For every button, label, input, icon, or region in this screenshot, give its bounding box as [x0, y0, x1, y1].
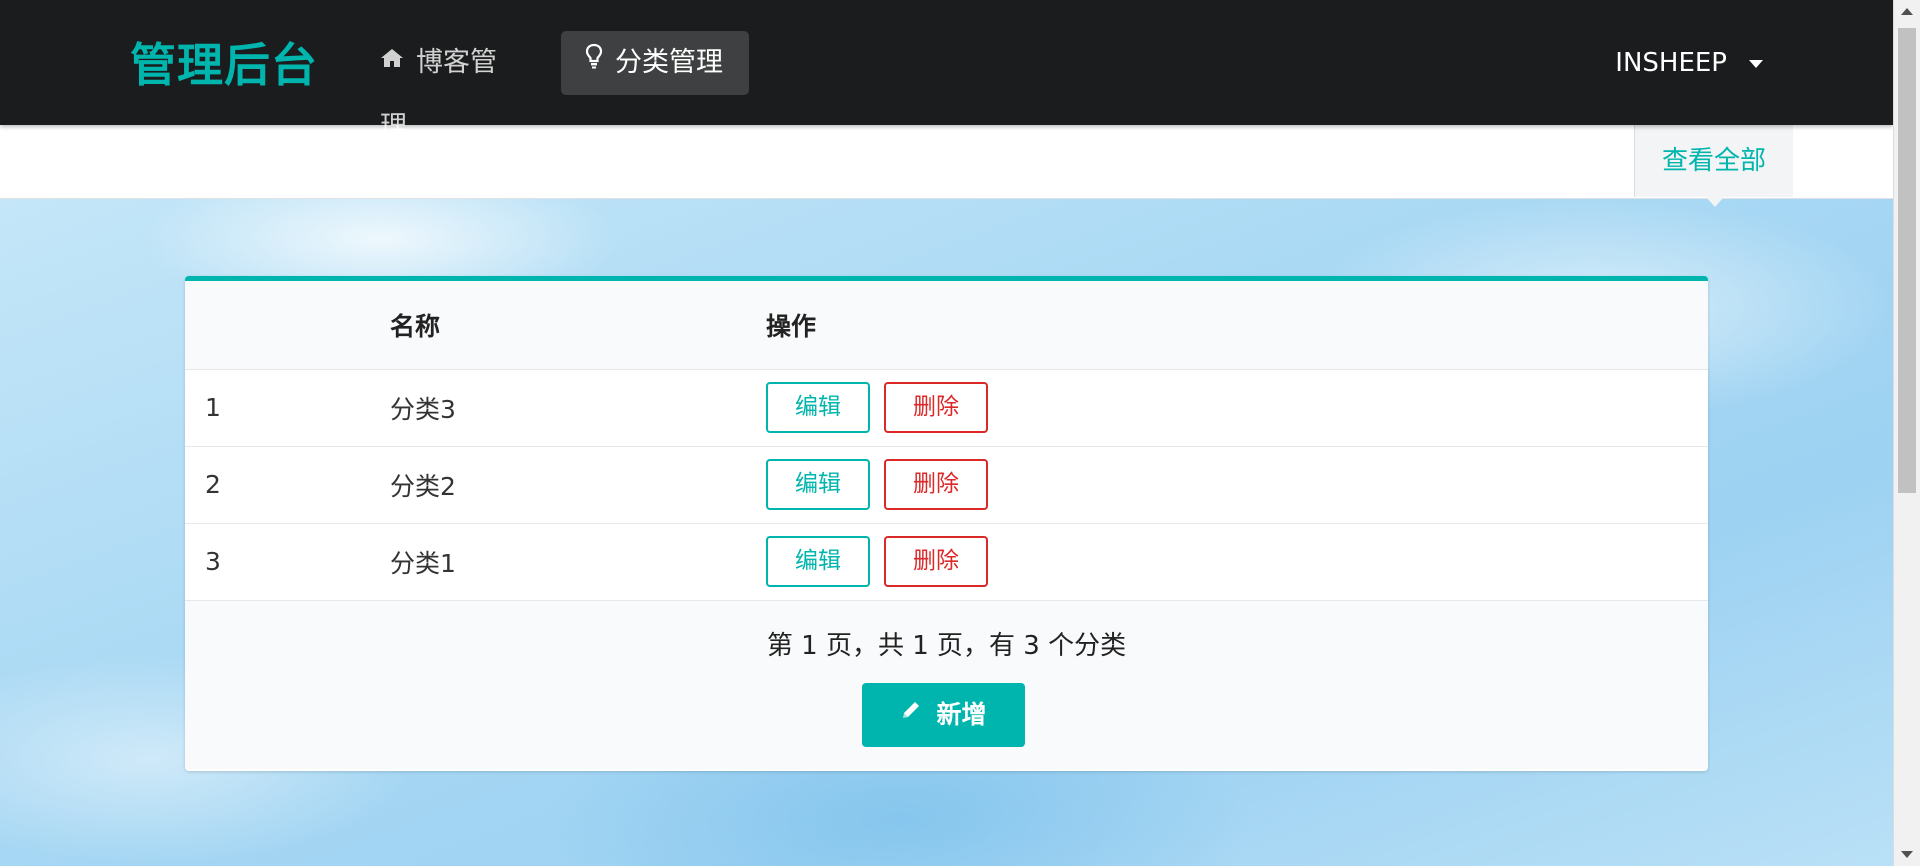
scroll-down-arrow-icon[interactable] [1901, 851, 1913, 858]
pointer-arrow [1706, 197, 1724, 207]
nav-item-blog-management[interactable]: 博客管理 [356, 29, 536, 142]
row-name: 分类1 [390, 523, 766, 601]
user-name: INSHEEP [1615, 48, 1727, 78]
delete-button[interactable]: 删除 [883, 382, 988, 433]
edit-button[interactable]: 编辑 [766, 382, 870, 433]
add-button-label: 新增 [936, 699, 987, 729]
view-all-label: 查看全部 [1661, 146, 1766, 176]
header-name: 名称 [390, 281, 766, 370]
table-row: 2 分类2 编辑 删除 [185, 446, 1708, 524]
vertical-scrollbar[interactable] [1893, 0, 1920, 866]
category-table: 名称 操作 1 分类3 编辑 删除 2 分类2 编辑 删除 3 分类1 编辑 删… [185, 281, 1708, 601]
table-header-row: 名称 操作 [185, 281, 1708, 370]
row-actions: 编辑 删除 [766, 369, 1708, 447]
nav-item-category-management[interactable]: 分类管理 [561, 31, 749, 95]
scroll-thumb[interactable] [1898, 28, 1916, 493]
row-index: 2 [185, 446, 390, 524]
table-row: 1 分类3 编辑 删除 [185, 369, 1708, 447]
pagination-info: 第 1 页，共 1 页，有 3 个分类 [766, 630, 1127, 661]
table-footer: 第 1 页，共 1 页，有 3 个分类 新增 [185, 600, 1708, 769]
top-navbar: 管理后台 博客管理 分类管理 INSHEEP [0, 0, 1893, 142]
delete-button[interactable]: 删除 [883, 536, 988, 587]
row-name: 分类3 [390, 369, 766, 447]
home-icon [380, 29, 404, 93]
row-actions: 编辑 删除 [766, 523, 1708, 601]
nav-item-category-label: 分类管理 [615, 47, 723, 78]
lightbulb-icon [585, 29, 603, 93]
scroll-up-arrow-icon[interactable] [1901, 8, 1913, 15]
pencil-icon [900, 681, 922, 745]
page: 管理后台 博客管理 分类管理 INSHEEP 查看全部 名称 操作 1 分类3 … [0, 0, 1893, 866]
caret-down-icon [1749, 59, 1763, 68]
user-menu[interactable]: INSHEEP [1615, 38, 1763, 88]
brand-title[interactable]: 管理后台 [130, 35, 318, 95]
category-table-card: 名称 操作 1 分类3 编辑 删除 2 分类2 编辑 删除 3 分类1 编辑 删… [185, 276, 1708, 771]
edit-button[interactable]: 编辑 [766, 536, 870, 587]
view-all-tab[interactable]: 查看全部 [1634, 125, 1793, 207]
row-index: 3 [185, 523, 390, 601]
edit-button[interactable]: 编辑 [766, 459, 870, 510]
header-actions: 操作 [766, 281, 1708, 370]
add-category-button[interactable]: 新增 [862, 681, 1025, 747]
secondary-menu: 查看全部 [0, 125, 1893, 207]
delete-button[interactable]: 删除 [883, 459, 988, 510]
table-row: 3 分类1 编辑 删除 [185, 523, 1708, 601]
header-index [185, 281, 390, 370]
row-name: 分类2 [390, 446, 766, 524]
row-actions: 编辑 删除 [766, 446, 1708, 524]
row-index: 1 [185, 369, 390, 447]
